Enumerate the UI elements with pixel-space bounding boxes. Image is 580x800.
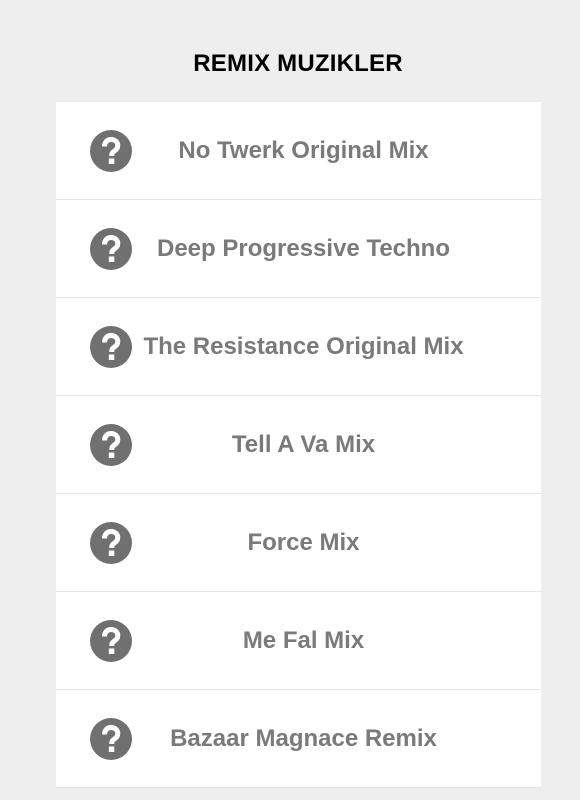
page-title: REMIX MUZIKLER: [193, 50, 403, 77]
list-item-label: Bazaar Magnace Remix: [170, 725, 437, 752]
list-item[interactable]: Me Fal Mix: [56, 592, 541, 690]
list-item[interactable]: Tell A Va Mix: [56, 396, 541, 494]
list-item-label: Tell A Va Mix: [231, 431, 376, 458]
list-item[interactable]: Bazaar Magnace Remix: [56, 690, 541, 788]
list-item-label: The Resistance Original Mix: [143, 333, 464, 360]
list-item[interactable]: The Resistance Original Mix: [56, 298, 541, 396]
list-item[interactable]: Force Mix: [56, 494, 541, 592]
list-item-label: Force Mix: [247, 529, 360, 556]
list-item-label: Deep Progressive Techno: [157, 235, 450, 262]
page: REMIX MUZIKLER No Twerk Original Mix Dee…: [0, 0, 580, 800]
list-item-label: No Twerk Original Mix: [178, 137, 429, 164]
list-item[interactable]: Deep Progressive Techno: [56, 200, 541, 298]
list-item[interactable]: No Twerk Original Mix: [56, 102, 541, 200]
track-list: No Twerk Original Mix Deep Progressive T…: [56, 102, 541, 788]
list-item-label: Me Fal Mix: [242, 627, 365, 654]
